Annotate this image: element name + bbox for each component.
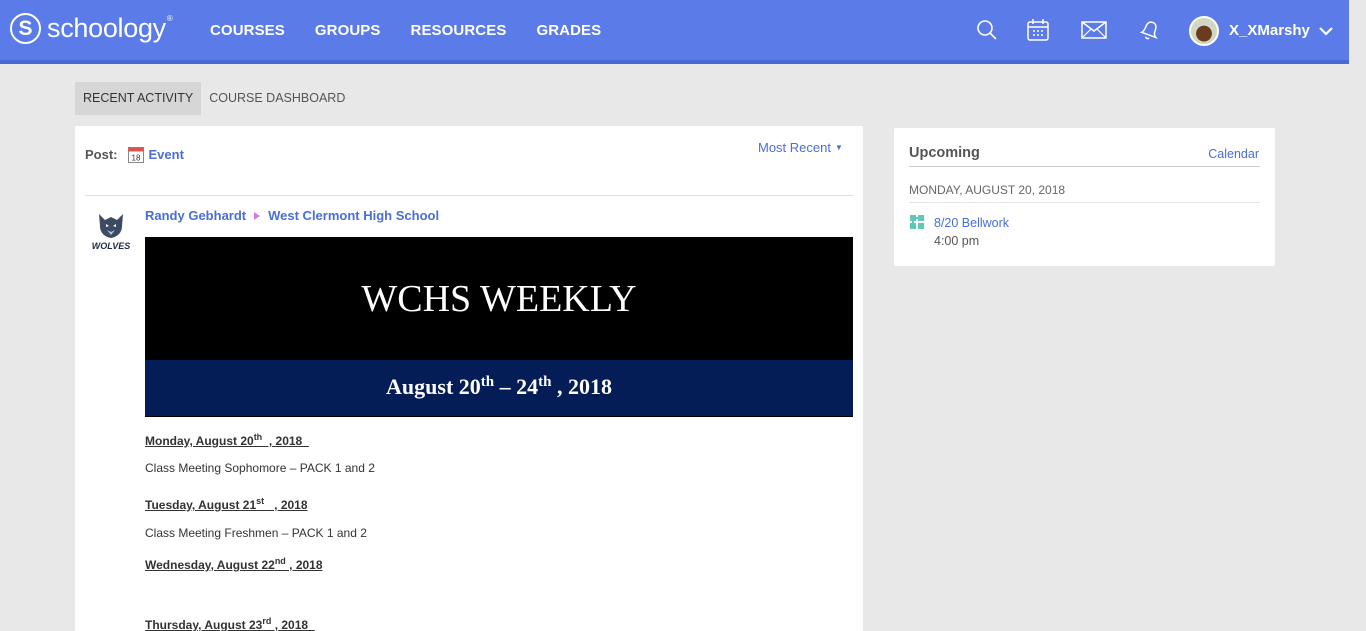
banner-date: August 20th – 24th , 2018 (386, 374, 612, 399)
nav-resources[interactable]: RESOURCES (411, 22, 507, 39)
main-nav: COURSES GROUPS RESOURCES GRADES (210, 22, 631, 39)
schedule-item: Class Meeting Sophomore – PACK 1 and 2 (145, 461, 375, 475)
calendar-day-number: 18 (131, 154, 140, 163)
post-label: Post: (85, 147, 118, 162)
mail-icon[interactable] (1081, 18, 1107, 42)
caret-down-icon: ▼ (834, 143, 843, 152)
logo-caption: WOLVES (92, 241, 131, 251)
arrow-right-icon (254, 211, 261, 220)
tab-course-dashboard[interactable]: COURSE DASHBOARD (201, 82, 353, 115)
header-underline (0, 60, 1349, 64)
schedule-item: Class Meeting Freshmen – PACK 1 and 2 (145, 526, 367, 540)
banner-title: WCHS WEEKLY (361, 278, 637, 320)
wolves-logo[interactable]: WOLVES (89, 208, 133, 252)
divider (85, 195, 853, 196)
notifications-icon[interactable] (1138, 18, 1162, 42)
assignment-puzzle-icon (910, 215, 924, 229)
weekly-banner: WCHS WEEKLY August 20th – 24th , 2018 (145, 237, 853, 417)
sub-tabs: RECENT ACTIVITY COURSE DASHBOARD (75, 82, 353, 115)
event-calendar-icon[interactable]: 18 (127, 146, 144, 163)
day-heading-wednesday: Wednesday, August 22nd , 2018 (145, 556, 323, 572)
user-avatar[interactable] (1189, 16, 1219, 46)
post-author-link[interactable]: Randy Gebhardt (145, 208, 246, 223)
upcoming-title: Upcoming (909, 145, 980, 161)
top-navigation-bar: S schoology® COURSES GROUPS RESOURCES GR… (0, 0, 1349, 60)
schoology-logo[interactable]: S schoology® (10, 13, 173, 44)
sort-dropdown[interactable]: Most Recent ▼ (758, 140, 843, 155)
logo-wordmark: schoology® (47, 13, 173, 43)
upcoming-panel: Upcoming Calendar MONDAY, AUGUST 20, 201… (894, 128, 1275, 266)
nav-courses[interactable]: COURSES (210, 22, 285, 39)
post-event-link[interactable]: Event (149, 147, 184, 162)
upcoming-date: MONDAY, AUGUST 20, 2018 (909, 183, 1066, 197)
day-heading-monday: Monday, August 20th , 2018 (145, 432, 309, 448)
tab-recent-activity[interactable]: RECENT ACTIVITY (75, 82, 202, 115)
calendar-link[interactable]: Calendar (1208, 147, 1259, 161)
activity-feed: Post: 18 Event Most Recent ▼ WOLVES Randy… (75, 126, 863, 631)
upcoming-event-link[interactable]: 8/20 Bellwork (934, 216, 1009, 230)
calendar-icon[interactable] (1026, 18, 1050, 42)
search-icon[interactable] (975, 18, 999, 42)
upcoming-event-time: 4:00 pm (934, 234, 980, 248)
post-breadcrumb: Randy Gebhardt West Clermont High School (145, 208, 439, 223)
divider (909, 202, 1260, 203)
divider (909, 166, 1260, 167)
chevron-down-icon[interactable] (1318, 24, 1334, 36)
nav-groups[interactable]: GROUPS (315, 22, 381, 39)
sort-label: Most Recent (758, 140, 831, 155)
day-heading-thursday: Thursday, August 23rd , 2018 (145, 616, 315, 631)
post-target-link[interactable]: West Clermont High School (268, 208, 439, 223)
day-heading-tuesday: Tuesday, August 21st , 2018 (145, 496, 308, 512)
logo-mark: S (10, 13, 41, 44)
scrollbar-track[interactable] (1349, 0, 1366, 631)
nav-grades[interactable]: GRADES (536, 22, 601, 39)
banner-date-band: August 20th – 24th , 2018 (145, 360, 853, 416)
post-toolbar: Post: 18 Event (85, 146, 184, 163)
username[interactable]: X_XMarshy (1229, 22, 1310, 39)
